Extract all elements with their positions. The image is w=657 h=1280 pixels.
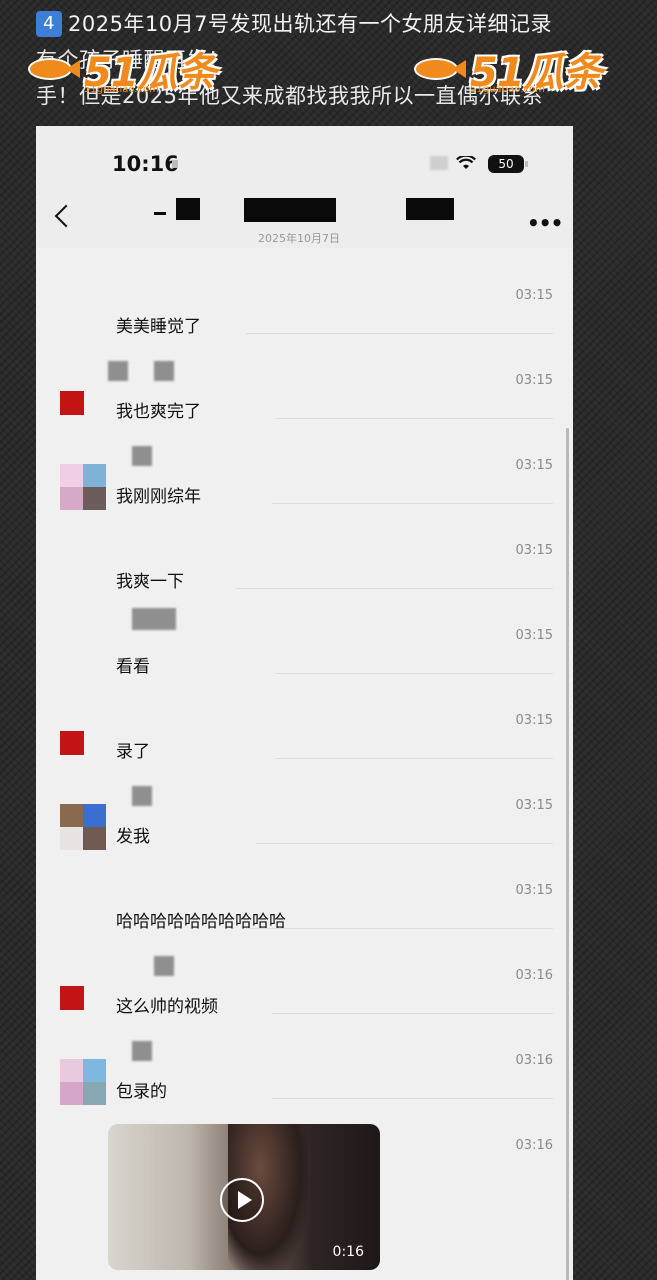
list-item: 03:15 美美睡觉了 — [36, 248, 573, 337]
signal-icon — [430, 156, 448, 170]
watermark-logo-right: 51瓜条 51guatiao.com — [412, 40, 603, 98]
video-duration: 0:16 — [332, 1244, 364, 1260]
message-time: 03:16 — [515, 1138, 553, 1153]
redacted-name — [176, 198, 200, 220]
list-item: 03:15 看看 — [36, 588, 573, 677]
battery-icon: 50 — [488, 155, 528, 173]
list-item: 03:16 这么帅的视频 — [36, 928, 573, 1017]
list-item: 03:15 我刚刚综年 — [36, 418, 573, 510]
watermark-logo-left: 51瓜条 51guatiao.com — [26, 40, 217, 98]
chat-header: 2025年10月7日 ••• — [36, 188, 573, 248]
message-time: 03:16 — [515, 968, 553, 983]
number-badge: 4 — [36, 11, 62, 37]
wifi-icon — [456, 156, 476, 169]
phone-screenshot: 10:16 50 2025年10月7日 ••• 03:15 美美睡觉了 03:1… — [36, 126, 573, 1280]
list-item: 03:15 录了 — [36, 673, 573, 762]
video-message[interactable]: 0:16 — [108, 1124, 380, 1270]
list-item: 03:15 哈哈哈哈哈哈哈哈哈哈 — [36, 843, 573, 932]
message-time: 03:15 — [515, 288, 553, 303]
message-time: 03:15 — [515, 883, 553, 898]
message-time: 03:15 — [515, 543, 553, 558]
message-time: 03:15 — [515, 798, 553, 813]
fish-icon — [26, 54, 82, 84]
message-time: 03:15 — [515, 458, 553, 473]
avatar[interactable] — [60, 391, 84, 415]
list-item: 03:15 发我 — [36, 758, 573, 850]
fish-icon — [412, 54, 468, 84]
status-bar: 10:16 50 — [36, 126, 573, 196]
blurred-indicator — [172, 160, 178, 168]
avatar[interactable] — [60, 731, 84, 755]
message-time: 03:15 — [515, 373, 553, 388]
message-time: 03:15 — [515, 628, 553, 643]
message-time: 03:16 — [515, 1053, 553, 1068]
message-time: 03:15 — [515, 713, 553, 728]
redacted-name — [406, 198, 454, 220]
caption-line-1: 2025年10月7号发现出轨还有一个女朋友详细记录 — [68, 12, 553, 36]
redacted-name — [244, 198, 336, 222]
chat-date: 2025年10月7日 — [258, 232, 340, 245]
list-item: 03:15 我爽一下 — [36, 503, 573, 592]
redacted-name — [154, 212, 166, 215]
list-item: 03:15 我也爽完了 — [36, 333, 573, 422]
avatar[interactable] — [60, 986, 84, 1010]
status-time: 10:16 — [112, 152, 179, 176]
play-icon[interactable] — [220, 1178, 264, 1222]
more-icon[interactable]: ••• — [527, 213, 563, 233]
list-item: 03:16 包录的 — [36, 1013, 573, 1105]
back-icon[interactable] — [54, 204, 78, 228]
